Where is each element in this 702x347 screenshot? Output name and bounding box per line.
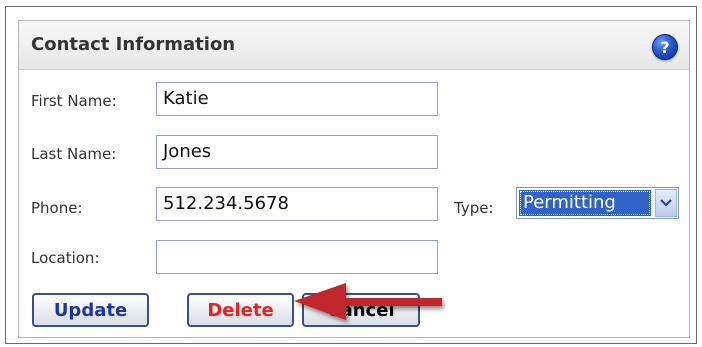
location-label: Location:	[31, 249, 100, 267]
last-name-label: Last Name:	[31, 145, 117, 163]
first-name-label: First Name:	[31, 92, 117, 110]
delete-button[interactable]: Delete	[187, 293, 294, 327]
phone-field[interactable]: 512.234.5678	[156, 187, 438, 221]
location-field[interactable]	[156, 240, 438, 274]
type-label: Type:	[454, 199, 494, 217]
panel-header: Contact Information ?	[19, 21, 689, 70]
first-name-field[interactable]: Katie	[156, 82, 438, 116]
type-select[interactable]: Permitting	[516, 187, 679, 219]
type-select-value: Permitting	[519, 190, 651, 216]
last-name-field[interactable]: Jones	[156, 135, 438, 169]
phone-label: Phone:	[31, 199, 83, 217]
chevron-down-glyph	[660, 199, 672, 207]
update-button[interactable]: Update	[32, 293, 149, 327]
help-icon[interactable]: ?	[652, 34, 678, 60]
cancel-button[interactable]: Cancel	[302, 293, 420, 327]
contact-information-panel: Contact Information ? First Name: Katie …	[18, 20, 690, 338]
panel-title: Contact Information	[31, 34, 236, 55]
chevron-down-icon[interactable]	[655, 189, 677, 217]
